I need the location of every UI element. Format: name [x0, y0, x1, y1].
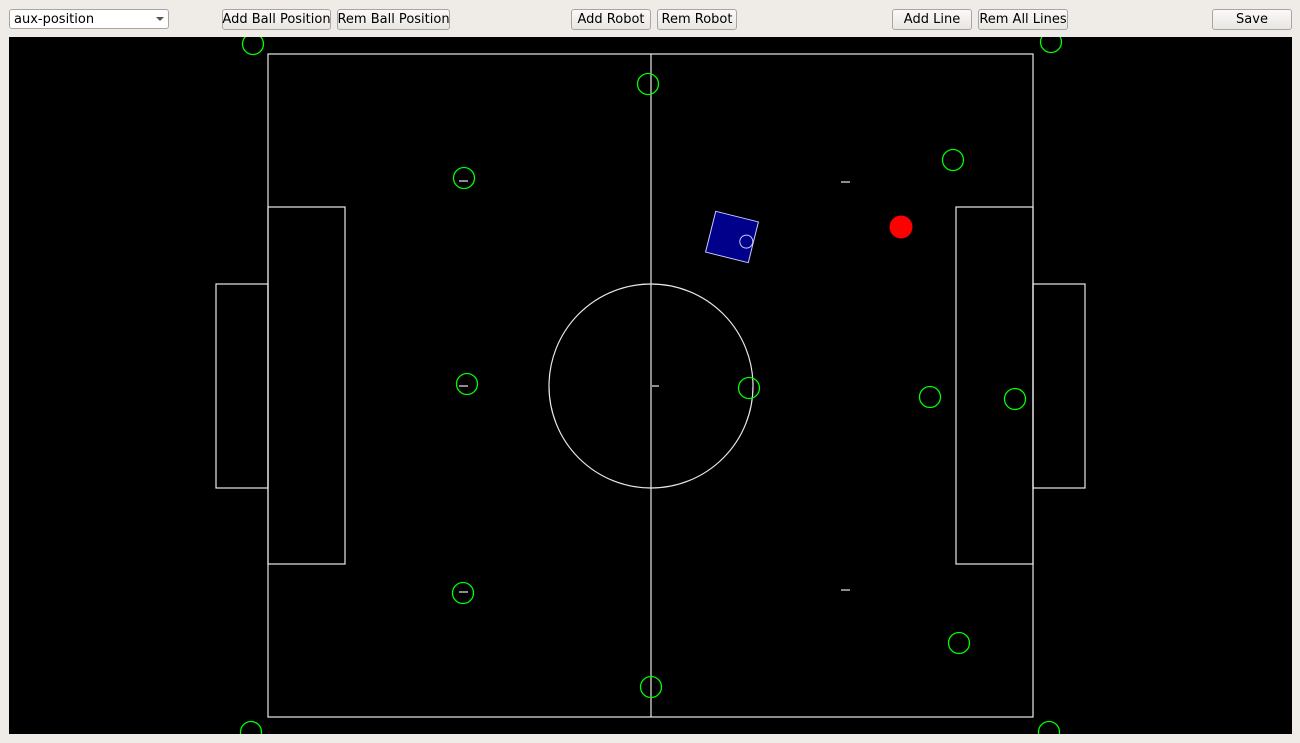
ball[interactable]: [889, 215, 913, 239]
toolbar: aux-position Add Ball Position Rem Ball …: [0, 0, 1300, 37]
add-robot-button[interactable]: Add Robot: [571, 9, 651, 30]
rem-all-lines-button[interactable]: Rem All Lines: [978, 9, 1068, 30]
add-ball-position-button[interactable]: Add Ball Position: [222, 9, 331, 30]
field-canvas[interactable]: [9, 37, 1292, 734]
chevron-down-icon: [152, 10, 168, 28]
rem-robot-button[interactable]: Rem Robot: [657, 9, 737, 30]
mode-select-value: aux-position: [14, 11, 95, 27]
add-line-button[interactable]: Add Line: [892, 9, 972, 30]
field-view[interactable]: [9, 37, 1292, 734]
rem-ball-position-button[interactable]: Rem Ball Position: [337, 9, 450, 30]
mode-select[interactable]: aux-position: [9, 9, 169, 29]
save-button[interactable]: Save: [1212, 9, 1292, 30]
